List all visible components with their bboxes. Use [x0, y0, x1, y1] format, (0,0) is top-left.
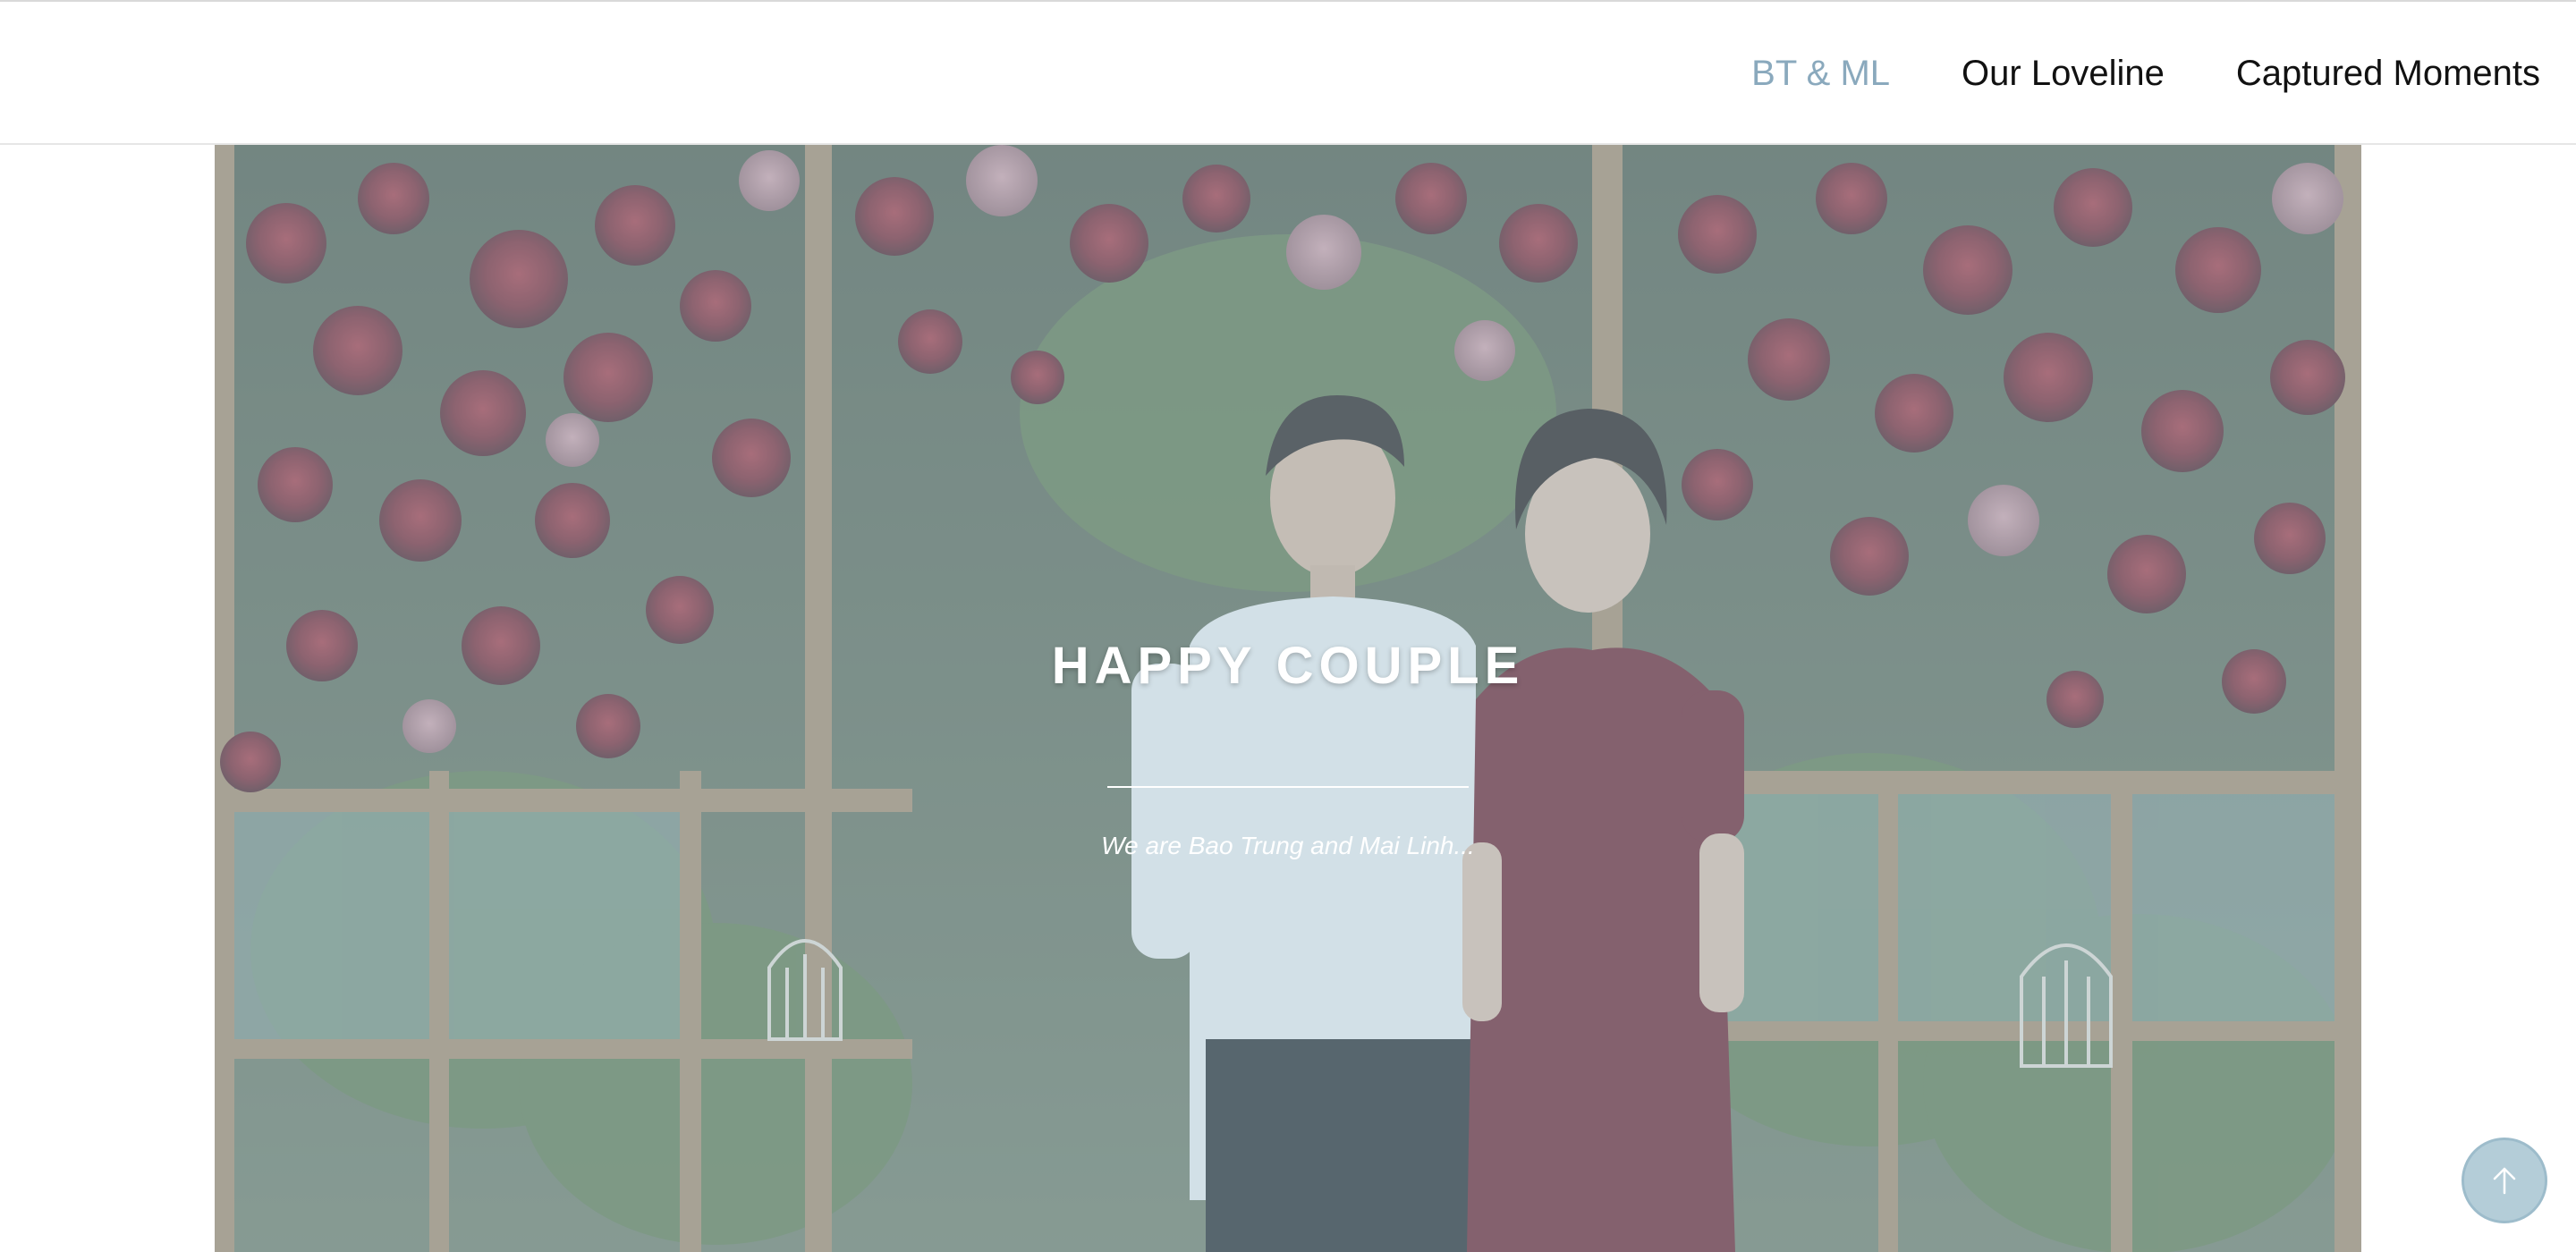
nav-item-captured-moments[interactable]: Captured Moments — [2236, 54, 2540, 94]
hero-section: HAPPY COUPLE We are Bao Trung and Mai Li… — [215, 145, 2361, 1252]
hero-title: HAPPY COUPLE — [1051, 636, 1525, 695]
hero-subtitle: We are Bao Trung and Mai Linh... — [1101, 832, 1475, 859]
nav-item-home[interactable]: BT & ML — [1751, 54, 1890, 94]
hero-overlay — [215, 145, 2361, 1252]
scroll-to-top-button[interactable] — [2462, 1138, 2547, 1223]
hero-divider — [1107, 786, 1469, 788]
navbar: BT & ML Our Loveline Captured Moments — [0, 2, 2576, 145]
nav-item-our-loveline[interactable]: Our Loveline — [1962, 54, 2165, 94]
nav-links: BT & ML Our Loveline Captured Moments — [1751, 2, 2540, 145]
arrow-up-icon — [2493, 1167, 2516, 1195]
